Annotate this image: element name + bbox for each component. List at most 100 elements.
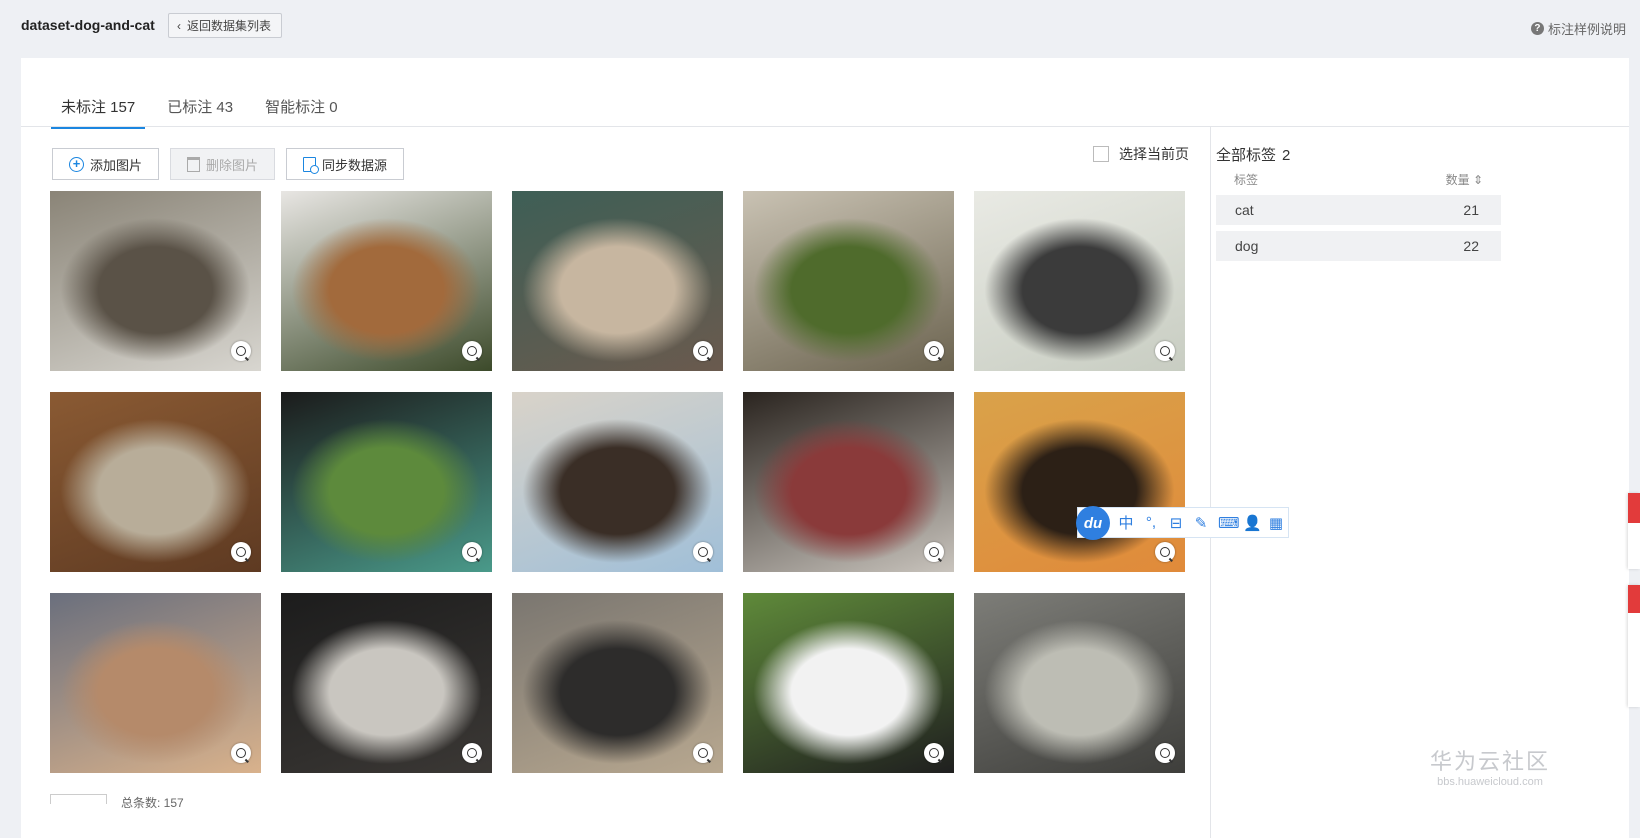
- image-thumbnail-cat[interactable]: [50, 593, 261, 773]
- thumbnail-dog-photo: [512, 392, 723, 572]
- select-current-page[interactable]: 选择当前页: [1093, 144, 1189, 164]
- zoom-in-icon[interactable]: [231, 743, 251, 763]
- panel-divider: [1210, 126, 1211, 838]
- thumbnail-cat-photo: [50, 593, 261, 773]
- ime-keyboard-icon[interactable]: ⌨: [1218, 514, 1240, 532]
- label-count: 22: [1463, 238, 1479, 254]
- page-size-select[interactable]: [50, 794, 107, 804]
- image-toolbar: + 添加图片 删除图片 同步数据源: [52, 148, 405, 180]
- baidu-ime-logo-icon[interactable]: du: [1076, 506, 1110, 540]
- dataset-title: dataset-dog-and-cat: [21, 17, 155, 33]
- help-link-label: 标注样例说明: [1547, 22, 1626, 37]
- pagination: 总条数: 157: [50, 794, 184, 811]
- thumbnail-dog-photo: [743, 593, 954, 773]
- tab-labeled[interactable]: 已标注 43: [157, 96, 243, 129]
- image-thumbnail-dog[interactable]: [743, 593, 954, 773]
- thumbnail-cat-photo: [974, 191, 1185, 371]
- sync-datasource-label: 同步数据源: [322, 157, 388, 173]
- zoom-in-icon[interactable]: [462, 341, 482, 361]
- ime-chinese-mode-icon[interactable]: 中: [1118, 512, 1134, 533]
- label-row-cat[interactable]: cat 21: [1216, 195, 1501, 225]
- back-to-dataset-list-button[interactable]: ‹ 返回数据集列表: [168, 13, 283, 38]
- image-thumbnail-dog[interactable]: [50, 392, 261, 572]
- watermark: 华为云社区 bbs.huaweicloud.com: [1430, 744, 1550, 788]
- image-thumbnail-dog[interactable]: [512, 392, 723, 572]
- pager-total: 总条数: 157: [121, 796, 184, 810]
- back-button-label: 返回数据集列表: [187, 19, 272, 33]
- image-thumbnail-dog[interactable]: [512, 191, 723, 371]
- image-thumbnail-dog[interactable]: [743, 392, 954, 572]
- image-thumbnail-cat[interactable]: [281, 593, 492, 773]
- image-thumbnail-cat[interactable]: [50, 191, 261, 371]
- thumbnail-cat-photo: [50, 191, 261, 371]
- label-name: dog: [1235, 238, 1259, 254]
- floating-widget-top[interactable]: [1628, 493, 1640, 569]
- image-thumbnail-dog[interactable]: [281, 191, 492, 371]
- add-image-label: 添加图片: [90, 157, 143, 173]
- count-column-header[interactable]: 数量 ⇕: [1446, 171, 1483, 188]
- zoom-in-icon[interactable]: [924, 542, 944, 562]
- sort-icon[interactable]: ⇕: [1473, 173, 1483, 187]
- zoom-in-icon[interactable]: [693, 341, 713, 361]
- thumbnail-dog-photo: [281, 392, 492, 572]
- watermark-title: 华为云社区: [1429, 749, 1550, 774]
- sync-file-icon: [303, 156, 320, 174]
- zoom-in-icon[interactable]: [693, 743, 713, 763]
- image-thumbnail-cat[interactable]: [974, 392, 1185, 572]
- tab-smart-labeling[interactable]: 智能标注 0: [255, 96, 348, 129]
- floating-widget-bottom[interactable]: [1628, 585, 1640, 707]
- image-grid: [50, 191, 1185, 773]
- main-card: 未标注 157 已标注 43 智能标注 0 + 添加图片 删除图片 同步数据源 …: [21, 58, 1629, 838]
- labels-panel-title: 全部标签 2: [1216, 144, 1501, 165]
- labels-title-text: 全部标签: [1216, 147, 1277, 164]
- zoom-in-icon[interactable]: [231, 341, 251, 361]
- zoom-in-icon[interactable]: [1155, 341, 1175, 361]
- delete-image-button[interactable]: 删除图片: [170, 148, 276, 180]
- labels-total-count: 2: [1282, 147, 1291, 164]
- image-thumbnail-dog[interactable]: [512, 593, 723, 773]
- zoom-in-icon[interactable]: [462, 542, 482, 562]
- image-thumbnail-dog[interactable]: [743, 191, 954, 371]
- sync-datasource-button[interactable]: 同步数据源: [286, 148, 405, 180]
- thumbnail-cat-photo: [974, 593, 1185, 773]
- chevron-left-icon: ‹: [177, 18, 181, 33]
- ime-grid-icon[interactable]: ▦: [1268, 514, 1284, 532]
- thumbnail-dog-photo: [512, 593, 723, 773]
- plus-circle-icon: +: [69, 156, 84, 172]
- image-thumbnail-dog[interactable]: [281, 392, 492, 572]
- top-bar: dataset-dog-and-cat ‹ 返回数据集列表 ? 标注样例说明: [0, 0, 1640, 56]
- ime-punctuation-icon[interactable]: °,: [1143, 514, 1159, 531]
- select-page-label: 选择当前页: [1119, 146, 1189, 162]
- thumbnail-dog-photo: [743, 191, 954, 371]
- labels-table-header: 标签 数量 ⇕: [1216, 169, 1501, 189]
- trash-icon: [187, 156, 201, 172]
- zoom-in-icon[interactable]: [693, 542, 713, 562]
- thumbnail-cat-photo: [281, 593, 492, 773]
- watermark-url: bbs.huaweicloud.com: [1437, 776, 1543, 788]
- zoom-in-icon[interactable]: [924, 743, 944, 763]
- zoom-in-icon[interactable]: [1155, 743, 1175, 763]
- zoom-in-icon[interactable]: [924, 341, 944, 361]
- tab-unlabeled[interactable]: 未标注 157: [51, 96, 146, 129]
- label-name: cat: [1235, 202, 1254, 218]
- thumbnail-cat-photo: [974, 392, 1185, 572]
- label-row-dog[interactable]: dog 22: [1216, 231, 1501, 261]
- zoom-in-icon[interactable]: [462, 743, 482, 763]
- zoom-in-icon[interactable]: [1155, 542, 1175, 562]
- labels-panel: 全部标签 2 标签 数量 ⇕ cat 21 dog 22: [1216, 144, 1501, 261]
- zoom-in-icon[interactable]: [231, 542, 251, 562]
- ime-user-icon[interactable]: 👤: [1243, 514, 1262, 532]
- thumbnail-dog-photo: [743, 392, 954, 572]
- ime-handwrite-icon[interactable]: ✎: [1193, 514, 1209, 532]
- annotation-example-help-link[interactable]: ? 标注样例说明: [1530, 19, 1626, 38]
- ime-toolbar[interactable]: du 中 °, ⊟ ✎ ⌨ 👤 ▦: [1076, 506, 1289, 540]
- thumbnail-dog-photo: [50, 392, 261, 572]
- thumbnail-dog-photo: [512, 191, 723, 371]
- tab-bar: 未标注 157 已标注 43 智能标注 0: [51, 96, 360, 129]
- select-page-checkbox[interactable]: [1093, 146, 1109, 162]
- delete-image-label: 删除图片: [206, 157, 259, 173]
- ime-toolbox-icon[interactable]: ⊟: [1168, 514, 1184, 532]
- image-thumbnail-cat[interactable]: [974, 593, 1185, 773]
- add-image-button[interactable]: + 添加图片: [52, 148, 160, 180]
- image-thumbnail-cat[interactable]: [974, 191, 1185, 371]
